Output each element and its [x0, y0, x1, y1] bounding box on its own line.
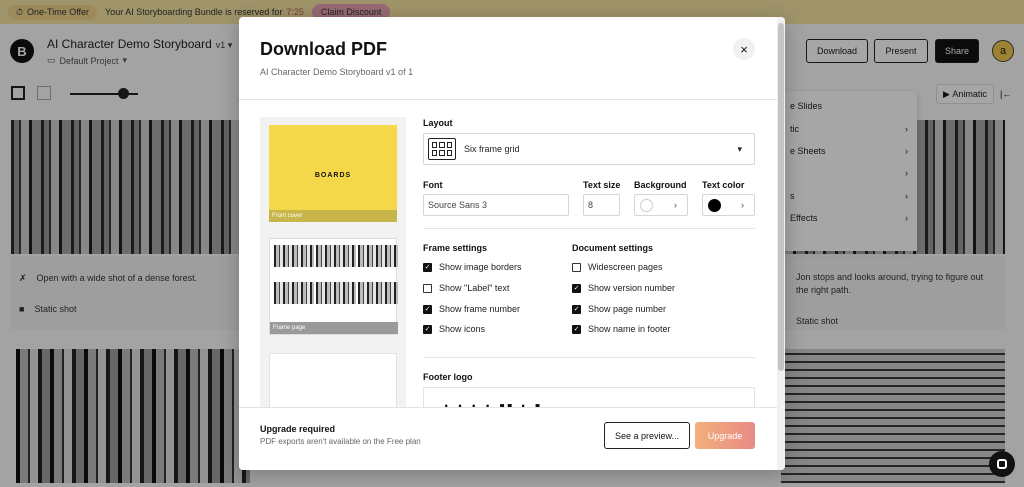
- text-color-swatch: [708, 198, 721, 212]
- dialog-scrollbar-thumb[interactable]: [778, 23, 784, 371]
- dialog-title: Download PDF: [260, 39, 387, 59]
- preview-blank-page: [269, 353, 397, 407]
- document-settings-label: Document settings: [572, 243, 654, 253]
- preview-thumbnail: [316, 282, 356, 304]
- show-label-text-checkbox[interactable]: Show "Label" text: [423, 283, 509, 293]
- background-color-picker[interactable]: ›: [634, 194, 688, 216]
- checkbox-icon: ✓: [572, 304, 581, 314]
- chat-launcher-button[interactable]: [989, 451, 1015, 477]
- preview-front-cover: BOARDS Front cover: [269, 125, 397, 222]
- chevron-right-icon: ›: [674, 200, 677, 210]
- upgrade-subtitle: PDF exports aren't available on the Free…: [260, 437, 421, 446]
- font-field-value: Source Sans 3: [428, 200, 488, 210]
- divider: [423, 228, 755, 229]
- brand-logo: BOARDS: [314, 172, 352, 179]
- preview-thumbnail: [358, 282, 398, 304]
- font-label: Font: [423, 180, 443, 190]
- checkbox-icon: ✓: [572, 283, 581, 293]
- preview-frame-page: Frame page: [269, 238, 398, 335]
- checkbox-label: Show frame number: [439, 304, 521, 314]
- close-button[interactable]: ×: [733, 38, 755, 60]
- font-field[interactable]: Source Sans 3: [423, 194, 569, 216]
- checkbox-label: Show image borders: [439, 262, 522, 272]
- dialog-subtitle: AI Character Demo Storyboard v1 of 1: [260, 67, 414, 77]
- show-version-number-checkbox[interactable]: ✓ Show version number: [572, 283, 675, 293]
- checkbox-icon: [423, 283, 432, 293]
- checkbox-label: Widescreen pages: [588, 262, 663, 272]
- preview-thumbnail: [274, 282, 314, 304]
- dialog-footer: Upgrade required PDF exports aren't avai…: [239, 407, 777, 470]
- background-label: Background: [634, 180, 687, 190]
- layout-label: Layout: [423, 118, 453, 128]
- preview-thumbnail: [358, 245, 398, 267]
- checkbox-icon: ✓: [572, 324, 581, 334]
- close-icon: ×: [740, 41, 748, 57]
- divider: [239, 99, 779, 100]
- layout-select-value: Six frame grid: [464, 144, 520, 154]
- layout-select[interactable]: Six frame grid ▾: [423, 133, 755, 165]
- text-size-value: 8: [588, 200, 594, 210]
- checkbox-icon: ✓: [423, 324, 432, 334]
- show-image-borders-checkbox[interactable]: ✓ Show image borders: [423, 262, 522, 272]
- chat-icon: [997, 459, 1007, 469]
- footer-logo-dropzone[interactable]: · · · · ▪▪ · ▪: [423, 387, 755, 407]
- checkbox-icon: ✓: [423, 304, 432, 314]
- text-color-label: Text color: [702, 180, 745, 190]
- checkbox-icon: [572, 262, 581, 272]
- text-size-field[interactable]: 8: [583, 194, 620, 216]
- show-page-number-checkbox[interactable]: ✓ Show page number: [572, 304, 666, 314]
- checkbox-label: Show icons: [439, 324, 486, 334]
- preview-thumbnail: [274, 245, 314, 267]
- frame-settings-label: Frame settings: [423, 243, 488, 253]
- show-name-in-footer-checkbox[interactable]: ✓ Show name in footer: [572, 324, 671, 334]
- divider: [423, 357, 755, 358]
- show-icons-checkbox[interactable]: ✓ Show icons: [423, 324, 485, 334]
- see-preview-button[interactable]: See a preview...: [604, 422, 690, 449]
- six-grid-icon: [428, 138, 456, 160]
- upgrade-title: Upgrade required: [260, 424, 336, 434]
- footer-logo-preview: · · · · ▪▪ · ▪: [444, 398, 543, 407]
- preview-thumbnail: [316, 245, 356, 267]
- checkbox-icon: ✓: [423, 262, 432, 272]
- footer-logo-label: Footer logo: [423, 372, 473, 382]
- text-size-label: Text size: [583, 180, 621, 190]
- checkbox-label: Show version number: [588, 283, 676, 293]
- pdf-preview: BOARDS Front cover Frame page: [260, 117, 406, 407]
- checkbox-label: Show page number: [588, 304, 667, 314]
- chevron-right-icon: ›: [741, 200, 744, 210]
- show-frame-number-checkbox[interactable]: ✓ Show frame number: [423, 304, 520, 314]
- checkbox-label: Show "Label" text: [439, 283, 510, 293]
- text-color-picker[interactable]: ›: [702, 194, 755, 216]
- chevron-down-icon: ▾: [737, 143, 742, 154]
- checkbox-label: Show name in footer: [588, 324, 671, 334]
- download-pdf-dialog: Download PDF AI Character Demo Storyboar…: [239, 17, 785, 470]
- cover-page-label: Front cover: [269, 210, 397, 222]
- widescreen-pages-checkbox[interactable]: Widescreen pages: [572, 262, 663, 272]
- upgrade-button[interactable]: Upgrade: [695, 422, 755, 449]
- background-swatch: [640, 198, 653, 212]
- frame-page-label: Frame page: [270, 322, 398, 334]
